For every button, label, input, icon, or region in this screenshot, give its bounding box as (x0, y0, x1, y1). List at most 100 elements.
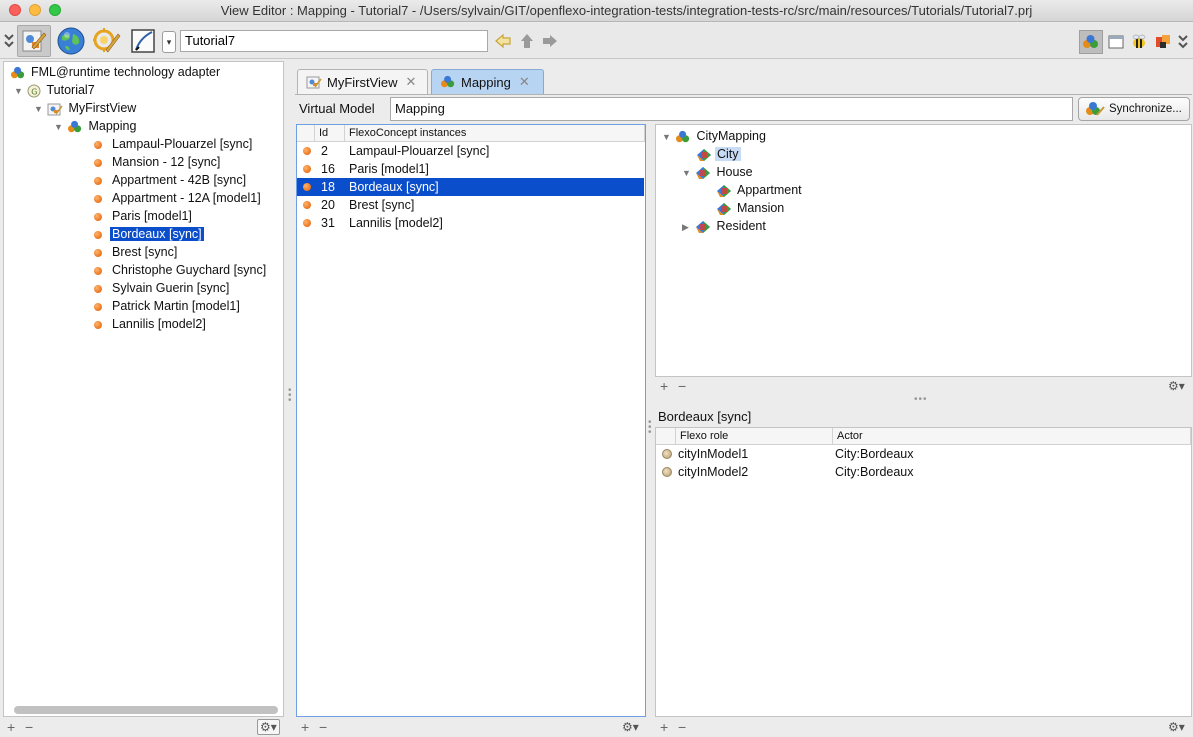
expanded-triangle-icon[interactable]: ▼ (34, 100, 44, 118)
add-icon[interactable]: + (7, 720, 15, 734)
double-chevron-right-icon[interactable] (1177, 33, 1189, 51)
perspective-dropdown[interactable]: ▾ (162, 31, 176, 53)
add-icon[interactable]: + (301, 720, 309, 734)
fml-molecule-icon (441, 75, 455, 88)
table-row[interactable]: 16 Paris [model1] (297, 160, 644, 178)
flexo-concept-icon (717, 184, 731, 197)
zoom-window-button[interactable] (49, 4, 61, 16)
synchronize-button[interactable]: Synchronize... (1078, 97, 1190, 121)
inspector-button[interactable] (1151, 30, 1175, 54)
instance-dot-icon (94, 212, 102, 221)
instances-footer: + − ⚙▾ (296, 719, 646, 737)
main-toolbar: ▾ Tutorial7 (0, 23, 1193, 59)
expanded-triangle-icon[interactable]: ▼ (662, 128, 672, 146)
table-header-actor[interactable]: Actor (833, 428, 1191, 445)
concept-tree-mansion[interactable]: Mansion (716, 199, 786, 217)
view-editor-icon (22, 30, 47, 52)
view-editor-perspective-button[interactable] (17, 25, 51, 57)
project-field[interactable]: Tutorial7 (180, 30, 488, 52)
tree-item[interactable]: Lampaul-Plouarzel [sync] (94, 135, 254, 153)
remove-icon[interactable]: − (25, 720, 33, 734)
tab-mapping[interactable]: Mapping ✕ (431, 69, 544, 94)
gear-icon[interactable]: ⚙▾ (1168, 720, 1185, 734)
gear-icon[interactable]: ⚙▾ (1168, 379, 1185, 393)
instance-dot-icon (94, 140, 102, 149)
instance-dot-icon (94, 320, 102, 329)
flexo-concept-instances-table: Id FlexoConcept instances 2 Lampaul-Plou… (296, 124, 646, 717)
tab-myfirstview[interactable]: MyFirstView ✕ (297, 69, 428, 94)
project-icon: G (27, 84, 41, 98)
double-chevron-icon[interactable] (3, 32, 15, 50)
virtual-model-label: Virtual Model (299, 101, 375, 116)
table-row[interactable]: cityInModel1 City:Bordeaux (656, 445, 1191, 463)
concept-tree-appartment[interactable]: Appartment (716, 181, 804, 199)
fml-perspective-button[interactable] (90, 25, 124, 57)
back-arrow-icon[interactable] (494, 32, 512, 50)
fml-runtime-view-button[interactable] (1079, 30, 1103, 54)
remove-icon[interactable]: − (678, 379, 686, 393)
horizontal-scrollbar[interactable] (14, 706, 278, 714)
tree-item-selected[interactable]: Bordeaux [sync] (94, 225, 204, 243)
gear-icon[interactable]: ⚙▾ (257, 719, 280, 735)
table-row[interactable]: cityInModel2 City:Bordeaux (656, 463, 1191, 481)
table-header-flexo-role[interactable]: Flexo role (676, 428, 833, 445)
tree-item[interactable]: Lannilis [model2] (94, 315, 208, 333)
add-icon[interactable]: + (660, 379, 668, 393)
concept-tree-city[interactable]: City (696, 145, 741, 163)
detail-title: Bordeaux [sync] (658, 409, 752, 424)
tree-root-technology-adapter[interactable]: FML@runtime technology adapter (10, 63, 222, 81)
instance-dot-icon (303, 183, 311, 191)
up-arrow-icon[interactable] (518, 32, 536, 50)
globe-perspective-button[interactable] (54, 25, 88, 57)
instance-dot-icon (303, 219, 311, 227)
flexo-concept-icon (697, 148, 711, 161)
bee-button[interactable] (1127, 30, 1151, 54)
window-layout-button[interactable] (1104, 30, 1128, 54)
table-header-instances[interactable]: FlexoConcept instances (345, 125, 645, 142)
forward-arrow-icon[interactable] (541, 32, 559, 50)
gear-icon[interactable]: ⚙▾ (622, 720, 639, 734)
tree-item[interactable]: Christophe Guychard [sync] (94, 261, 268, 279)
tree-item[interactable]: Appartment - 42B [sync] (94, 171, 248, 189)
minimize-window-button[interactable] (29, 4, 41, 16)
tree-item[interactable]: Mansion - 12 [sync] (94, 153, 222, 171)
table-row[interactable]: 2 Lampaul-Plouarzel [sync] (297, 142, 644, 160)
close-window-button[interactable] (9, 4, 21, 16)
expanded-triangle-icon[interactable]: ▼ (682, 164, 692, 182)
collapsed-triangle-icon[interactable]: ▶ (682, 218, 692, 236)
diagram-perspective-button[interactable] (126, 25, 160, 57)
tree-node-view[interactable]: ▼ MyFirstView (34, 99, 138, 117)
table-header-id[interactable]: Id (315, 125, 345, 142)
concept-tree-resident[interactable]: ▶ Resident (682, 217, 768, 235)
globe-icon (57, 27, 85, 55)
svg-text:G: G (32, 87, 38, 96)
instance-dot-icon (303, 165, 311, 173)
tree-node-virtual-model[interactable]: ▼ Mapping (54, 117, 138, 135)
remove-icon[interactable]: − (678, 720, 686, 734)
tree-item[interactable]: Appartment - 12A [model1] (94, 189, 263, 207)
virtual-model-field[interactable]: Mapping (390, 97, 1073, 121)
instance-dot-icon (94, 284, 102, 293)
instance-dot-icon (94, 176, 102, 185)
close-tab-icon[interactable]: ✕ (406, 74, 417, 90)
concept-tree-house[interactable]: ▼ House (682, 163, 755, 181)
table-header-blank (656, 428, 676, 445)
tree-item[interactable]: Patrick Martin [model1] (94, 297, 242, 315)
tree-item[interactable]: Paris [model1] (94, 207, 194, 225)
table-row-selected[interactable]: 18 Bordeaux [sync] (297, 178, 644, 196)
vertical-splitter-grip[interactable]: • • • (288, 386, 292, 406)
project-browser-panel: FML@runtime technology adapter ▼ G Tutor… (3, 61, 284, 717)
tree-node-project[interactable]: ▼ G Tutorial7 (14, 81, 97, 99)
table-row[interactable]: 20 Brest [sync] (297, 196, 644, 214)
expanded-triangle-icon[interactable]: ▼ (14, 82, 24, 100)
table-row[interactable]: 31 Lannilis [model2] (297, 214, 644, 232)
close-tab-icon[interactable]: ✕ (519, 74, 530, 90)
tree-item[interactable]: Sylvain Guerin [sync] (94, 279, 231, 297)
expanded-triangle-icon[interactable]: ▼ (54, 118, 64, 136)
tree-item[interactable]: Brest [sync] (94, 243, 179, 261)
window-layout-icon (1108, 35, 1124, 49)
concept-tree-root[interactable]: ▼ CityMapping (662, 127, 768, 145)
remove-icon[interactable]: − (319, 720, 327, 734)
role-icon (662, 467, 672, 477)
add-icon[interactable]: + (660, 720, 668, 734)
